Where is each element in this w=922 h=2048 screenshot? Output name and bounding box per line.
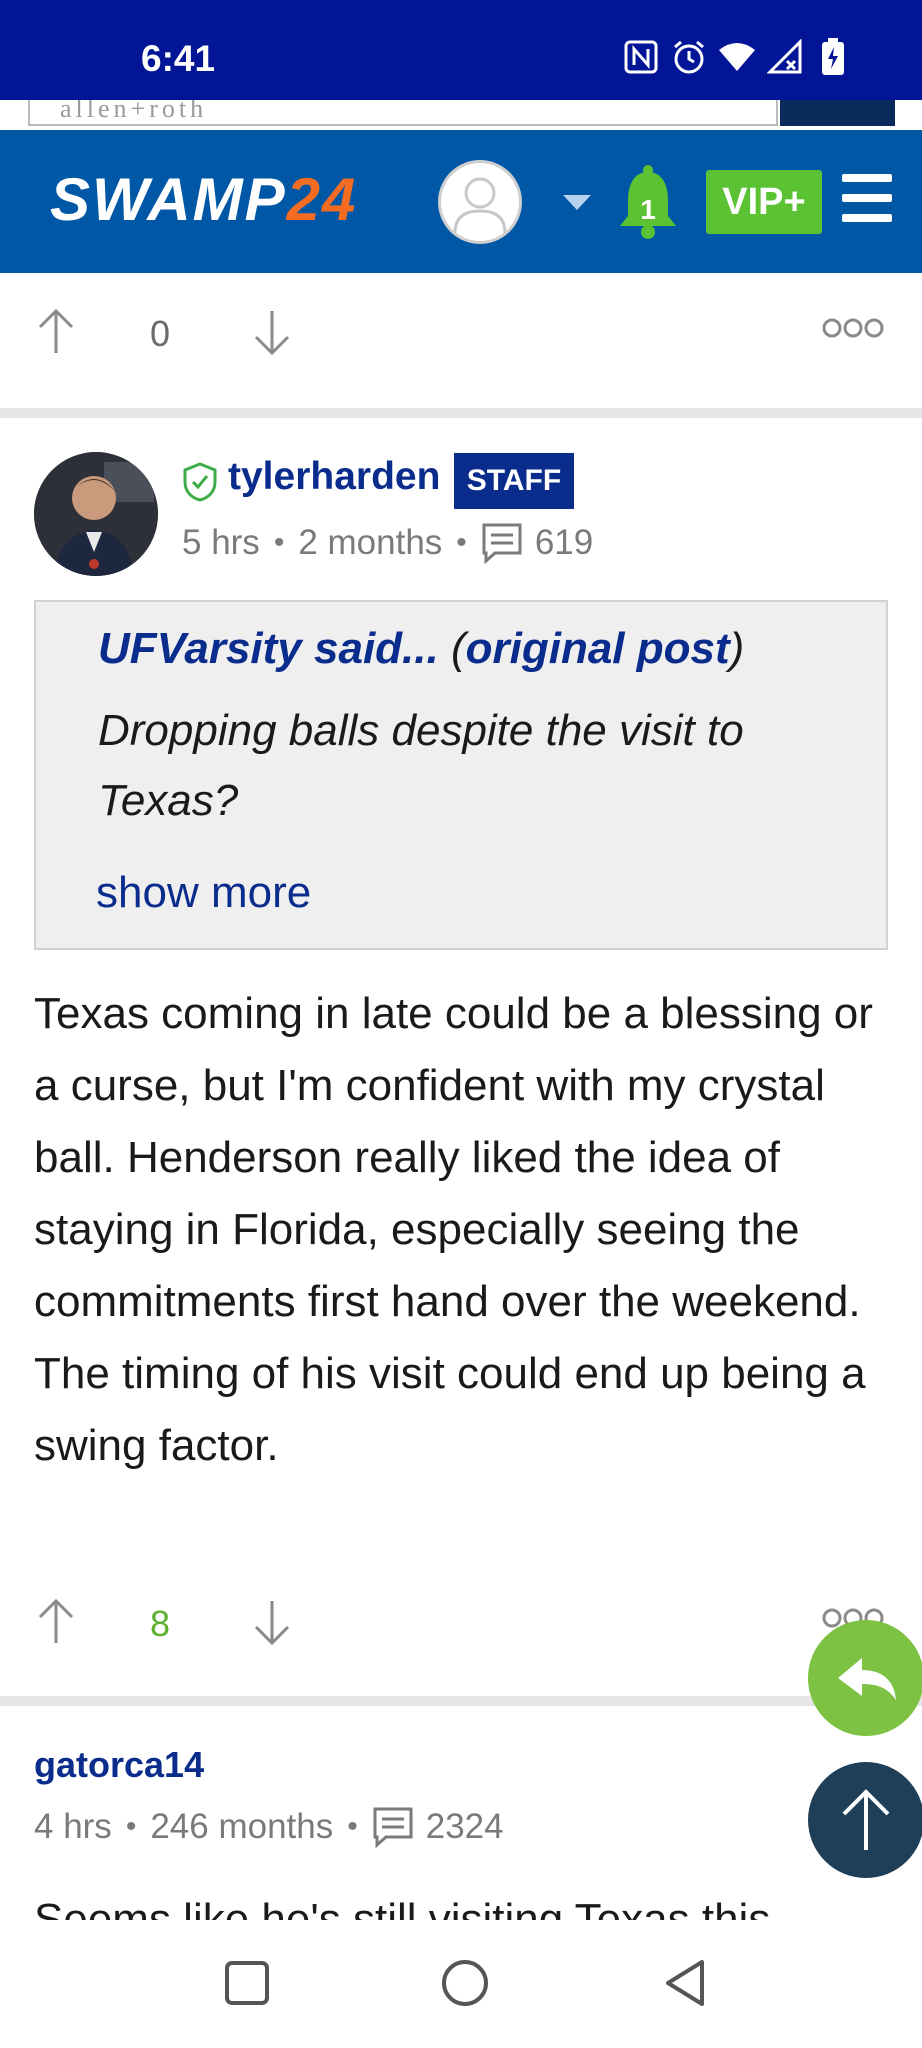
original-post-link[interactable]: original post <box>466 624 730 673</box>
avatar[interactable] <box>34 452 158 576</box>
post-time: 4 hrs <box>34 1807 112 1846</box>
reply-fab-button[interactable] <box>808 1620 922 1736</box>
caret-down-icon <box>563 195 591 210</box>
comment-count-icon <box>481 522 523 564</box>
site-logo[interactable]: SWAMP 24 <box>50 164 357 234</box>
scroll-to-top-button[interactable] <box>808 1762 922 1878</box>
next-post-meta: 4 hrs • 246 months • 2324 <box>34 1806 504 1848</box>
post-time: 5 hrs <box>182 523 260 562</box>
comment-count-icon <box>372 1806 414 1848</box>
recents-button[interactable] <box>220 1956 274 2010</box>
site-header: SWAMP 24 1 VIP+ <box>0 130 922 273</box>
battery-charging-icon <box>814 38 852 76</box>
show-more-link[interactable]: show more <box>96 868 311 918</box>
nfc-icon <box>622 38 660 76</box>
upvote-button[interactable] <box>36 1597 76 1647</box>
next-post-body: Seems like he's still visiting Texas thi… <box>34 1895 771 1920</box>
circle-icon <box>442 1960 488 2006</box>
post-vote-bar: 8 <box>0 1563 922 1673</box>
ad-brand-text: allen+roth <box>28 100 778 126</box>
meta-separator: • <box>273 526 285 559</box>
meta-separator: • <box>125 1810 137 1843</box>
more-dots-icon <box>822 318 884 338</box>
account-dropdown-caret[interactable] <box>560 190 594 214</box>
arrow-up-icon <box>38 308 74 353</box>
hamburger-menu-button[interactable] <box>842 174 892 230</box>
upvote-button[interactable] <box>36 307 76 357</box>
square-icon <box>225 1961 269 2005</box>
user-photo <box>34 452 158 576</box>
quote-header: UFVarsity said... (original post) <box>98 624 744 674</box>
post-count: 2324 <box>425 1807 504 1846</box>
downvote-button[interactable] <box>252 1597 292 1647</box>
post-username[interactable]: tylerharden <box>228 455 440 499</box>
prev-post-vote-bar: 0 <box>0 273 922 383</box>
post-options-button[interactable] <box>822 313 884 343</box>
post-tenure: 2 months <box>298 523 443 562</box>
arrow-up-icon <box>842 1789 890 1850</box>
ad-banner[interactable]: allen+roth <box>0 100 922 130</box>
post-divider <box>0 1696 922 1706</box>
home-button[interactable] <box>438 1956 492 2010</box>
vip-plus-button[interactable]: VIP+ <box>706 170 822 234</box>
quote-author[interactable]: UFVarsity said... <box>98 624 439 673</box>
ad-image <box>780 100 895 126</box>
status-time: 6:41 <box>141 38 216 79</box>
next-post-username[interactable]: gatorca14 <box>34 1744 204 1786</box>
arrow-down-icon <box>254 1601 290 1646</box>
notification-count: 1 <box>640 194 656 225</box>
triangle-back-icon <box>666 1960 704 2006</box>
staff-badge: STAFF <box>454 453 574 509</box>
wifi-icon <box>718 38 756 76</box>
downvote-button[interactable] <box>252 307 292 357</box>
status-icons <box>622 38 852 76</box>
arrow-up-icon <box>38 1598 74 1643</box>
reply-arrow-icon <box>838 1658 896 1700</box>
meta-separator: • <box>347 1810 358 1843</box>
status-bar: 6:41 <box>0 0 922 100</box>
alarm-icon <box>670 38 708 76</box>
post-meta: 5 hrs • 2 months • 619 <box>182 522 593 564</box>
no-signal-icon <box>766 38 804 76</box>
arrow-down-icon <box>254 311 290 356</box>
vote-count: 0 <box>149 313 171 354</box>
notifications-button[interactable]: 1 <box>616 164 680 240</box>
user-avatar-button[interactable] <box>438 160 522 244</box>
post-count: 619 <box>534 523 594 562</box>
post-divider <box>0 408 922 418</box>
meta-separator: • <box>456 526 467 559</box>
quote-text: Dropping balls despite the visit to Texa… <box>98 706 744 825</box>
back-button[interactable] <box>660 1956 714 2010</box>
quoted-post: UFVarsity said... (original post) Droppi… <box>34 600 888 950</box>
vote-count: 8 <box>149 1603 171 1644</box>
post-tenure: 246 months <box>150 1807 334 1846</box>
verified-shield-icon <box>182 462 218 502</box>
logo-word: SWAMP <box>50 165 287 233</box>
system-nav-bar <box>0 1920 922 2048</box>
logo-number: 24 <box>286 165 358 233</box>
user-silhouette-icon <box>453 177 507 234</box>
quote-paren-open: ( <box>450 624 466 673</box>
quote-paren-close: ) <box>729 624 745 673</box>
post-body: Texas coming in late could be a blessing… <box>34 989 873 1470</box>
